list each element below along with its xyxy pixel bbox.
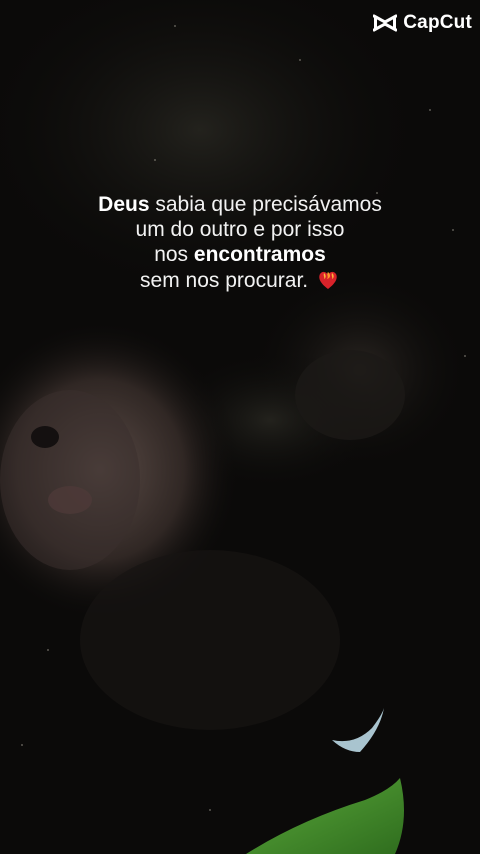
caption-line-4: sem nos procurar.: [40, 267, 440, 293]
caption-line-2: um do outro e por isso: [135, 218, 345, 241]
caption-line-3-text: nos: [154, 243, 194, 266]
capcut-logo-icon: [373, 14, 398, 32]
caption-line-4-text: sem nos procurar.: [140, 269, 314, 292]
quote-caption: Deus sabia que precisávamos um do outro …: [40, 192, 440, 293]
caption-line-3: nos encontramos: [40, 242, 440, 267]
capcut-watermark: CapCut: [373, 12, 472, 34]
dark-photo-background: [0, 0, 480, 854]
caption-bold-deus: Deus: [98, 193, 150, 216]
heart-on-fire-icon: [319, 271, 337, 289]
caption-bold-encontramos: encontramos: [193, 243, 326, 266]
caption-line-1-text: sabia que precisávamos: [149, 193, 382, 216]
capcut-brand-label: CapCut: [403, 12, 472, 33]
caption-line-1: Deus sabia que precisávamos: [40, 192, 440, 217]
